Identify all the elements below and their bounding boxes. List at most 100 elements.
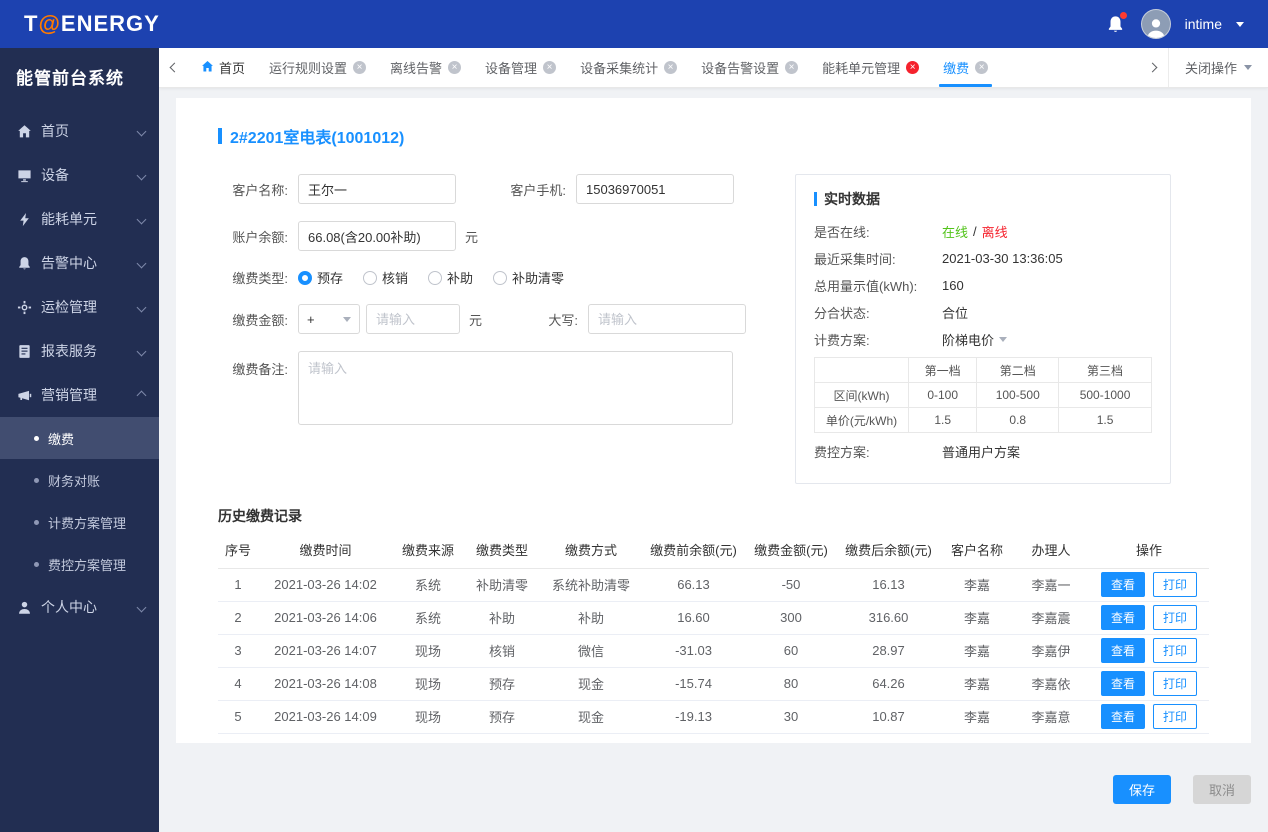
sidebar-item-marketing[interactable]: 营销管理 [0,373,159,417]
sidebar-subitem[interactable]: 计费方案管理 [0,501,159,543]
sidebar-item-inspection[interactable]: 运检管理 [0,285,159,329]
radio-icon [493,270,508,285]
tab-label: 设备告警设置 [701,61,780,76]
sidebar-item-personal[interactable]: 个人中心 [0,585,159,629]
tabs-scroll-right-button[interactable] [1138,48,1168,87]
sidebar-item-report[interactable]: 报表服务 [0,329,159,373]
caps-input[interactable] [588,304,747,334]
title-accent-bar [814,192,817,206]
pay-type-label: 缴费类型: [232,271,288,286]
view-button[interactable]: 查看 [1100,605,1145,630]
sidebar-item-home[interactable]: 首页 [0,109,159,153]
sidebar-item-energy-unit[interactable]: 能耗单元 [0,197,159,241]
sidebar-item-label: 首页 [41,123,69,139]
radio-prepay[interactable]: 预存 [298,268,343,287]
tab-item[interactable]: 能耗单元管理 × [810,48,931,87]
radio-subsidy-clear[interactable]: 补助清零 [493,268,564,287]
ladder-price-table: 第一档 第二档 第三档 区间(kWh) 0-100 100-500 500-10… [814,357,1152,433]
caret-down-icon [343,316,351,322]
print-button[interactable]: 打印 [1153,704,1198,729]
remark-textarea[interactable] [298,351,733,425]
remark-label: 缴费备注: [232,362,288,377]
close-icon[interactable]: × [785,61,799,74]
close-icon[interactable]: × [353,61,367,74]
table-cell: 2021-03-26 14:06 [258,601,393,635]
amount-sign-select[interactable]: + [298,304,360,334]
table-cell: 单价(元/kWh) [814,407,909,433]
table-cell: 60 [746,634,836,668]
tab-item[interactable]: 设备采集统计 × [568,48,689,87]
print-button[interactable]: 打印 [1153,638,1198,663]
table-cell: 补助 [541,601,641,635]
sidebar-subitem[interactable]: 财务对账 [0,459,159,501]
tab-item[interactable]: 运行规则设置 × [257,48,378,87]
close-icon[interactable]: × [664,61,678,74]
user-menu-caret-icon[interactable] [1236,21,1244,27]
realtime-title-row: 实时数据 [814,189,1152,209]
view-button[interactable]: 查看 [1100,638,1145,663]
tab-item[interactable]: 设备管理 × [473,48,568,87]
sidebar-item-alarm-center[interactable]: 告警中心 [0,241,159,285]
logo-at: @ [38,11,61,36]
radio-icon [363,270,378,285]
page-title: 2#2201室电表(1001012) [230,130,405,147]
tab-home[interactable]: 首页 [189,48,257,87]
tab-item[interactable]: 设备告警设置 × [689,48,810,87]
bullet-icon [34,561,39,567]
column-header: 缴费方式 [541,532,641,569]
radio-subsidy[interactable]: 补助 [428,268,473,287]
sidebar-item-label: 营销管理 [41,387,97,403]
sidebar-subitem[interactable]: 费控方案管理 [0,543,159,585]
sidebar-item-label: 设备 [41,167,69,183]
realtime-title: 实时数据 [824,191,880,207]
close-operations-dropdown[interactable]: 关闭操作 [1167,48,1268,87]
tab-item[interactable]: 缴费 × [931,48,1000,87]
table-cell-actions: 查看 打印 [1089,667,1209,701]
balance-input[interactable] [298,221,456,251]
print-button[interactable]: 打印 [1153,572,1198,597]
table-row: 2 2021-03-26 14:06 系统 补助 补助 16.60 300 316.60 李嘉李… [218,601,1209,635]
username: intime [1184,16,1222,32]
table-row: 3 2021-03-26 14:07 现场 核销 微信 -31.03 60 28.97 李嘉 李嘉… [218,634,1209,668]
table-cell: 系统补助清零 [541,568,641,602]
close-icon[interactable]: × [448,61,462,74]
notification-bell-icon[interactable] [1105,12,1127,35]
cancel-button[interactable]: 取消 [1193,775,1251,804]
tabs-scroll-left-button[interactable] [159,48,189,87]
form-row-customer: 客户名称: 客户手机: [218,174,778,204]
footer-actions: 保存 取消 [176,775,1251,804]
radio-writeoff[interactable]: 核销 [363,268,408,287]
realtime-row-plan: 计费方案: 阶梯电价 [814,330,1152,349]
table-cell: 300 [746,601,836,635]
history-table-body: 1 2021-03-26 14:02 系统 补助清零 系统补助清零 66.13 -50 16.… [218,568,1209,734]
billing-plan-select[interactable]: 阶梯电价 [942,330,1008,349]
tab-item[interactable]: 离线告警 × [378,48,473,87]
table-cell: 李嘉 [941,601,1013,635]
payment-card: 2#2201室电表(1001012) 客户名称: 客户手机: 账户余额: 元 [176,98,1251,743]
print-button[interactable]: 打印 [1153,605,1198,630]
save-button[interactable]: 保存 [1113,775,1171,804]
close-icon[interactable]: × [975,61,989,74]
main-content: 2#2201室电表(1001012) 客户名称: 客户手机: 账户余额: 元 [159,88,1268,832]
sidebar-subitem[interactable]: 缴费 [0,417,159,459]
customer-phone-input[interactable] [576,174,734,204]
table-header-row: 序号 缴费时间 缴费来源 缴费类型 缴费方式 缴费前余额(元) 缴费金额(元) … [218,532,1209,569]
sidebar-item-device[interactable]: 设备 [0,153,159,197]
title-accent-bar [218,128,222,144]
close-icon[interactable]: × [543,61,557,74]
view-button[interactable]: 查看 [1100,572,1145,597]
amount-input[interactable] [366,304,460,334]
print-button[interactable]: 打印 [1153,671,1198,696]
table-row: 5 2021-03-26 14:09 现场 预存 现金 -19.13 30 10.87 李嘉 李嘉… [218,700,1209,734]
view-button[interactable]: 查看 [1100,704,1145,729]
energy-unit-icon [16,211,32,227]
table-cell: 16.60 [641,601,746,635]
avatar[interactable] [1140,9,1171,39]
form-row-amount: 缴费金额: + 元 大写: [218,304,778,334]
table-cell: 现场 [393,700,463,734]
view-button[interactable]: 查看 [1100,671,1145,696]
chevron-down-icon [136,214,147,224]
customer-name-input[interactable] [298,174,456,204]
close-icon[interactable]: × [906,61,920,74]
app-logo: T@ENERGY [24,11,160,37]
